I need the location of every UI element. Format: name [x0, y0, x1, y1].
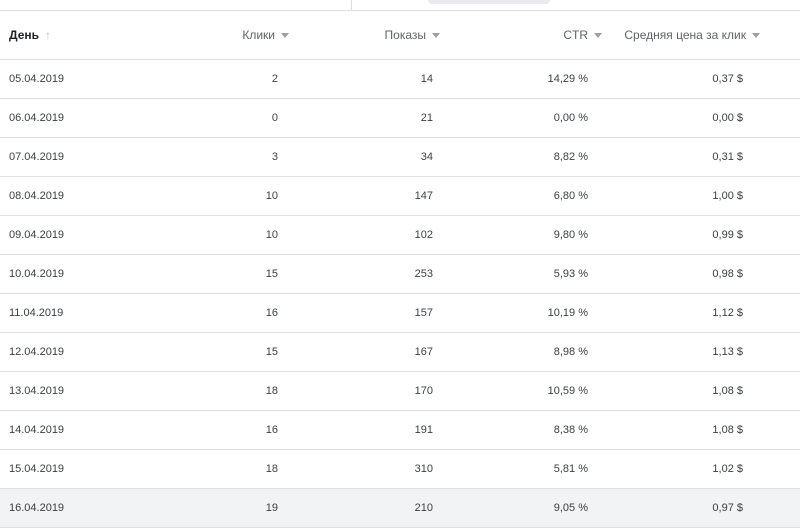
header-clicks-label: Клики [242, 28, 275, 42]
cell-clicks: 10 [150, 215, 295, 255]
arrow-up-icon: ↑ [45, 28, 51, 42]
cell-clicks: 0 [150, 98, 295, 138]
cell-impressions: 253 [295, 254, 450, 294]
cell-impressions: 167 [295, 332, 450, 372]
cell-ctr: 5,81 % [450, 449, 605, 489]
cell-cpc: 0,98 $ [605, 254, 800, 294]
cell-ctr: 8,38 % [450, 410, 605, 450]
stats-table: День ↑ Клики Показы CTR Средняя цена за к… [0, 11, 800, 528]
triangle-down-icon [752, 33, 760, 39]
cell-clicks: 19 [150, 488, 295, 528]
cell-impressions: 34 [295, 137, 450, 177]
cell-ctr: 9,05 % [450, 488, 605, 528]
cell-cpc: 0,00 $ [605, 98, 800, 138]
table-row[interactable]: 06.04.2019 0 21 0,00 % 0,00 $ [0, 98, 800, 138]
table-row[interactable]: 11.04.2019 16 157 10,19 % 1,12 $ [0, 293, 800, 333]
cell-day: 10.04.2019 [0, 254, 150, 294]
cell-cpc: 1,08 $ [605, 371, 800, 411]
header-clicks[interactable]: Клики [150, 11, 295, 60]
table-row-hovered[interactable]: 16.04.2019 19 210 9,05 % 0,97 $ [0, 488, 800, 528]
cell-impressions: 210 [295, 488, 450, 528]
cell-ctr: 0,00 % [450, 98, 605, 138]
cell-impressions: 21 [295, 98, 450, 138]
cell-cpc: 1,02 $ [605, 449, 800, 489]
cell-clicks: 16 [150, 410, 295, 450]
cell-impressions: 191 [295, 410, 450, 450]
cell-ctr: 8,82 % [450, 137, 605, 177]
cell-clicks: 18 [150, 449, 295, 489]
header-day-label: День [9, 28, 39, 42]
triangle-down-icon [281, 33, 289, 39]
table-row[interactable]: 05.04.2019 2 14 14,29 % 0,37 $ [0, 59, 800, 99]
cell-clicks: 10 [150, 176, 295, 216]
cell-ctr: 14,29 % [450, 59, 605, 99]
cell-ctr: 10,19 % [450, 293, 605, 333]
cell-cpc: 0,99 $ [605, 215, 800, 255]
cell-clicks: 2 [150, 59, 295, 99]
cell-impressions: 170 [295, 371, 450, 411]
cell-day: 08.04.2019 [0, 176, 150, 216]
cell-cpc: 0,31 $ [605, 137, 800, 177]
cell-cpc: 1,13 $ [605, 332, 800, 372]
cell-day: 12.04.2019 [0, 332, 150, 372]
header-cpc[interactable]: Средняя цена за клик [605, 11, 800, 60]
cell-impressions: 14 [295, 59, 450, 99]
top-toolbar [0, 0, 800, 11]
triangle-down-icon [594, 33, 602, 39]
cell-ctr: 6,80 % [450, 176, 605, 216]
cell-day: 09.04.2019 [0, 215, 150, 255]
cell-day: 05.04.2019 [0, 59, 150, 99]
cell-ctr: 5,93 % [450, 254, 605, 294]
cell-cpc: 1,08 $ [605, 410, 800, 450]
cell-day: 06.04.2019 [0, 98, 150, 138]
table-row[interactable]: 15.04.2019 18 310 5,81 % 1,02 $ [0, 449, 800, 489]
cell-clicks: 3 [150, 137, 295, 177]
report-page: День ↑ Клики Показы CTR Средняя цена за к… [0, 0, 800, 532]
cell-ctr: 8,98 % [450, 332, 605, 372]
cell-day: 13.04.2019 [0, 371, 150, 411]
cell-cpc: 0,97 $ [605, 488, 800, 528]
cell-clicks: 15 [150, 332, 295, 372]
table-row[interactable]: 14.04.2019 16 191 8,38 % 1,08 $ [0, 410, 800, 450]
cell-day: 15.04.2019 [0, 449, 150, 489]
toolbar-divider [351, 0, 352, 10]
cell-day: 14.04.2019 [0, 410, 150, 450]
cell-cpc: 1,00 $ [605, 176, 800, 216]
table-row[interactable]: 10.04.2019 15 253 5,93 % 0,98 $ [0, 254, 800, 294]
cell-impressions: 102 [295, 215, 450, 255]
cell-clicks: 15 [150, 254, 295, 294]
table-row[interactable]: 13.04.2019 18 170 10,59 % 1,08 $ [0, 371, 800, 411]
toolbar-pill[interactable] [428, 0, 550, 4]
cell-day: 11.04.2019 [0, 293, 150, 333]
cell-clicks: 16 [150, 293, 295, 333]
cell-clicks: 18 [150, 371, 295, 411]
header-ctr-label: CTR [563, 28, 588, 42]
cell-ctr: 10,59 % [450, 371, 605, 411]
cell-impressions: 310 [295, 449, 450, 489]
triangle-down-icon [432, 33, 440, 39]
header-ctr[interactable]: CTR [450, 11, 605, 60]
table-row[interactable]: 09.04.2019 10 102 9,80 % 0,99 $ [0, 215, 800, 255]
cell-cpc: 0,37 $ [605, 59, 800, 99]
cell-day: 07.04.2019 [0, 137, 150, 177]
cell-day: 16.04.2019 [0, 488, 150, 528]
cell-impressions: 157 [295, 293, 450, 333]
cell-impressions: 147 [295, 176, 450, 216]
header-impressions-label: Показы [384, 28, 426, 42]
table-row[interactable]: 12.04.2019 15 167 8,98 % 1,13 $ [0, 332, 800, 372]
header-cpc-label: Средняя цена за клик [624, 28, 746, 42]
table-row[interactable]: 08.04.2019 10 147 6,80 % 1,00 $ [0, 176, 800, 216]
header-day[interactable]: День ↑ [0, 11, 150, 60]
header-impressions[interactable]: Показы [295, 11, 450, 60]
cell-cpc: 1,12 $ [605, 293, 800, 333]
cell-ctr: 9,80 % [450, 215, 605, 255]
table-header-row: День ↑ Клики Показы CTR Средняя цена за к… [0, 11, 800, 60]
table-row[interactable]: 07.04.2019 3 34 8,82 % 0,31 $ [0, 137, 800, 177]
